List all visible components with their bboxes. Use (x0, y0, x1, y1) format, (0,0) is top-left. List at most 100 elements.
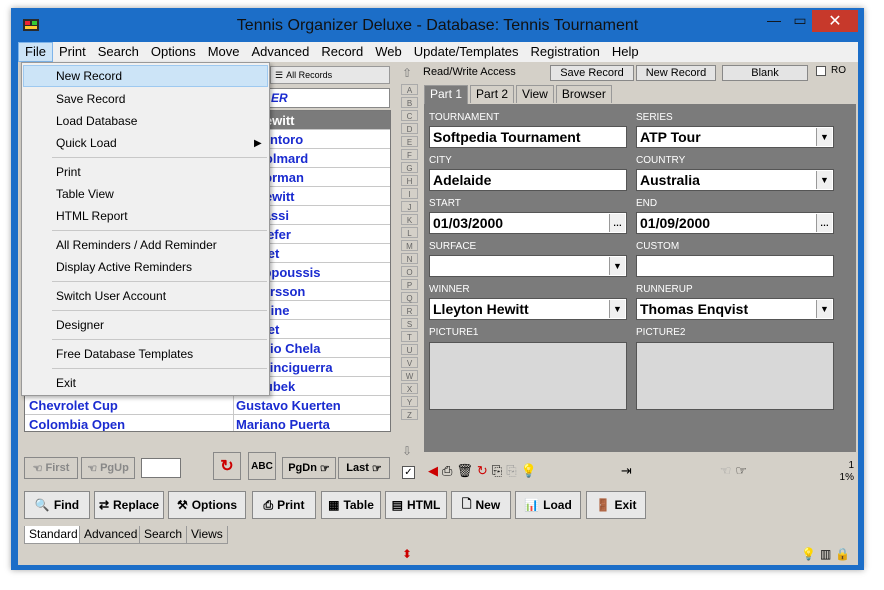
surface-select[interactable]: ▼ (429, 255, 627, 277)
menu-web[interactable]: Web (369, 42, 408, 62)
trash-icon[interactable]: 🗑 (456, 463, 473, 479)
list-row[interactable]: Colombia Open Mariano Puerta (25, 415, 390, 431)
table-button[interactable]: ▦ Table (321, 491, 381, 519)
alpha-letter[interactable]: G (401, 162, 418, 173)
html-button[interactable]: ▤ HTML (385, 491, 447, 519)
app-icon[interactable] (22, 16, 40, 32)
prev-hand-icon[interactable]: ☜ (720, 463, 732, 479)
alpha-letter[interactable]: D (401, 123, 418, 134)
page-input[interactable] (141, 458, 181, 478)
copy-icon[interactable]: ⎘ (492, 463, 502, 479)
exit-button[interactable]: 🚪 Exit (586, 491, 646, 519)
print-icon[interactable]: ⎙ (442, 463, 452, 479)
menu-item-save-record[interactable]: Save Record (56, 92, 125, 106)
maximize-button[interactable]: ▭ (786, 10, 814, 30)
lock-icon[interactable]: 🔒 (835, 547, 850, 561)
chevron-down-icon[interactable]: ▼ (609, 300, 625, 318)
alpha-letter[interactable]: H (401, 175, 418, 186)
menu-registration[interactable]: Registration (525, 42, 606, 62)
alpha-letter[interactable]: R (401, 305, 418, 316)
tab-views[interactable]: Views (186, 526, 228, 544)
custom-field[interactable] (636, 255, 834, 277)
last-button[interactable]: Last ☞ (338, 457, 390, 479)
replace-button[interactable]: ⇄ Replace (94, 491, 164, 519)
alpha-letter[interactable]: E (401, 136, 418, 147)
paste-icon[interactable]: ⎘ (506, 463, 516, 479)
alpha-letter[interactable]: I (401, 188, 418, 199)
date-picker-icon[interactable]: … (816, 214, 832, 232)
new-button[interactable]: 🗋 New (451, 491, 511, 519)
menu-item-print[interactable]: Print (56, 165, 81, 179)
next-hand-icon[interactable]: ☞ (735, 463, 747, 479)
lightbulb-icon[interactable]: 💡 (801, 547, 816, 561)
alpha-letter[interactable]: P (401, 279, 418, 290)
document-icon[interactable]: ▥ (820, 547, 831, 561)
tournament-field[interactable]: Softpedia Tournament (429, 126, 627, 148)
menu-item-load-database[interactable]: Load Database (56, 114, 137, 128)
abc-icon[interactable]: ABC (248, 452, 276, 480)
winner-select[interactable]: Lleyton Hewitt ▼ (429, 298, 627, 320)
alpha-letter[interactable]: L (401, 227, 418, 238)
close-button[interactable]: ✕ (812, 10, 858, 32)
alpha-letter[interactable]: W (401, 370, 418, 381)
tab-part2[interactable]: Part 2 (470, 85, 515, 103)
alpha-letter[interactable]: Q (401, 292, 418, 303)
refresh-icon[interactable]: ↻ (477, 463, 488, 479)
alpha-letter[interactable]: O (401, 266, 418, 277)
menu-options[interactable]: Options (145, 42, 202, 62)
blank-button[interactable]: Blank (722, 65, 808, 81)
chevron-down-icon[interactable]: ▼ (816, 300, 832, 318)
menu-item-all-reminders[interactable]: All Reminders / Add Reminder (56, 238, 217, 252)
refresh-icon[interactable]: ↻ (213, 452, 241, 480)
picture1-box[interactable] (429, 342, 627, 410)
series-select[interactable]: ATP Tour ▼ (636, 126, 834, 148)
menu-move[interactable]: Move (202, 42, 246, 62)
pgdn-button[interactable]: PgDn ☞ (282, 457, 336, 479)
alpha-letter[interactable]: C (401, 110, 418, 121)
all-records-button[interactable]: ☰ All Records (270, 66, 390, 84)
alpha-letter[interactable]: T (401, 331, 418, 342)
chevron-down-icon[interactable]: ▼ (816, 128, 832, 146)
minimize-button[interactable]: — (760, 10, 788, 30)
menu-search[interactable]: Search (92, 42, 145, 62)
alpha-letter[interactable]: U (401, 344, 418, 355)
alpha-letter[interactable]: V (401, 357, 418, 368)
menu-update-templates[interactable]: Update/Templates (408, 42, 525, 62)
save-record-button[interactable]: Save Record (550, 65, 634, 81)
alpha-letter[interactable]: B (401, 97, 418, 108)
load-button[interactable]: 📊 Load (515, 491, 581, 519)
menu-advanced[interactable]: Advanced (246, 42, 316, 62)
print-button[interactable]: ⎙ Print (252, 491, 316, 519)
menu-help[interactable]: Help (606, 42, 645, 62)
country-select[interactable]: Australia ▼ (636, 169, 834, 191)
menu-record[interactable]: Record (315, 42, 369, 62)
tab-advanced[interactable]: Advanced (79, 526, 143, 544)
alpha-letter[interactable]: S (401, 318, 418, 329)
alpha-letter[interactable]: N (401, 253, 418, 264)
alpha-letter[interactable]: F (401, 149, 418, 160)
end-date-field[interactable]: 01/09/2000… (636, 212, 834, 234)
picture2-box[interactable] (636, 342, 834, 410)
menu-file[interactable]: File (18, 42, 53, 62)
menu-item-switch-user[interactable]: Switch User Account (56, 289, 166, 303)
options-button[interactable]: ⚒ Options (168, 491, 246, 519)
scroll-down-icon[interactable]: ⇩ (402, 444, 412, 458)
date-picker-icon[interactable]: … (609, 214, 625, 232)
menu-item-designer[interactable]: Designer (56, 318, 104, 332)
tab-search[interactable]: Search (139, 526, 188, 544)
alpha-letter[interactable]: M (401, 240, 418, 251)
chevron-down-icon[interactable]: ▼ (816, 171, 832, 189)
read-only-checkbox[interactable] (816, 66, 826, 76)
back-arrow-icon[interactable]: ◀ (428, 463, 438, 479)
menu-print[interactable]: Print (53, 42, 92, 62)
menu-item-html-report[interactable]: HTML Report (56, 209, 128, 223)
pgup-button[interactable]: ☜ PgUp (81, 457, 135, 479)
tab-part1[interactable]: Part 1 (424, 85, 469, 104)
export-icon[interactable]: ⇥ (621, 463, 632, 479)
tab-browser[interactable]: Browser (555, 85, 612, 103)
runnerup-select[interactable]: Thomas Enqvist ▼ (636, 298, 834, 320)
alpha-letter[interactable]: Y (401, 396, 418, 407)
start-date-field[interactable]: 01/03/2000… (429, 212, 627, 234)
menu-item-new-record[interactable]: New Record (23, 65, 268, 87)
city-field[interactable]: Adelaide (429, 169, 627, 191)
